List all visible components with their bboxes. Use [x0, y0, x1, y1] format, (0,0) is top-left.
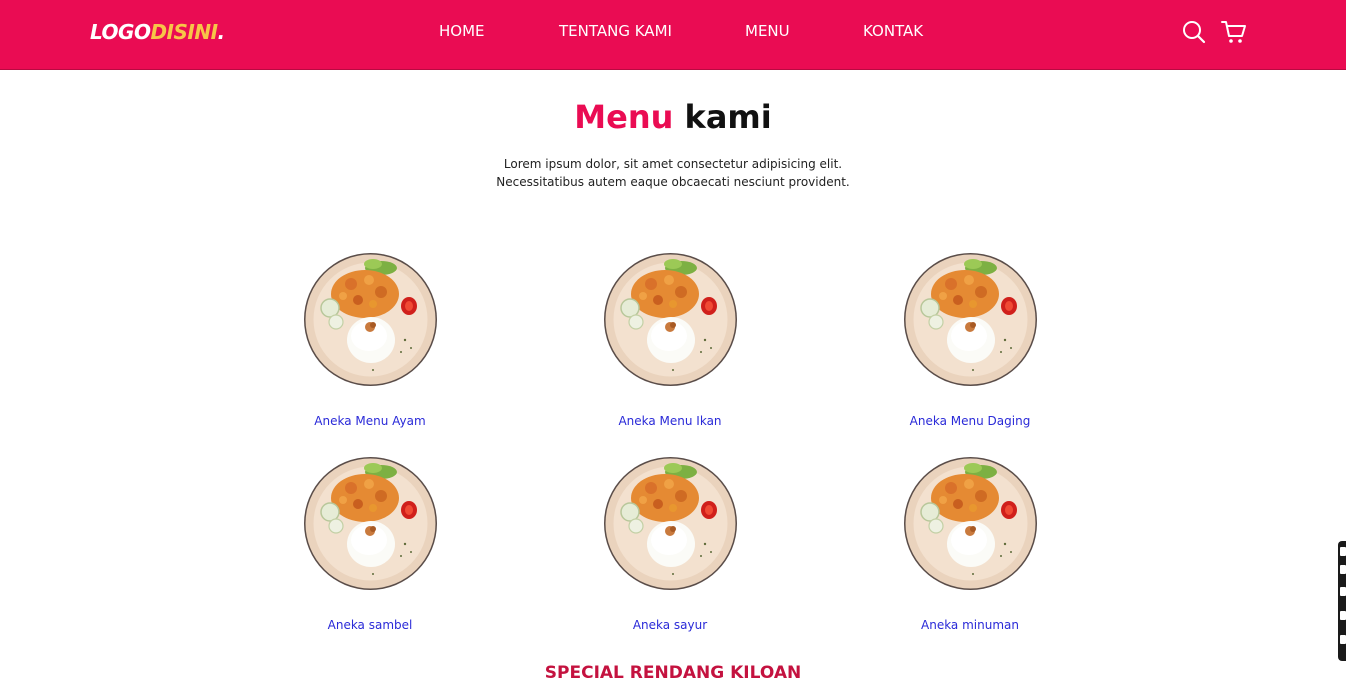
food-plate-image	[603, 252, 738, 387]
section-title-rest: kami	[684, 98, 772, 136]
menu-card[interactable]: Aneka Menu Ikan	[570, 252, 770, 442]
toolbar-icon[interactable]	[1340, 565, 1346, 574]
food-plate-image	[303, 456, 438, 591]
navbar: LOGODISINI. HOME TENTANG KAMI MENU KONTA…	[0, 0, 1346, 70]
section-description-line2: Necessitatibus autem eaque obcaecati nes…	[496, 175, 850, 189]
toolbar-icon[interactable]	[1340, 611, 1346, 620]
toolbar-icon[interactable]	[1340, 587, 1346, 596]
menu-card[interactable]: Aneka Menu Ayam	[270, 252, 470, 442]
food-plate-image	[903, 456, 1038, 591]
section-title-highlight: Menu	[574, 98, 674, 136]
toolbar-icon[interactable]	[1340, 635, 1346, 644]
toolbar-icon[interactable]	[1340, 547, 1346, 556]
menu-card[interactable]: Aneka Menu Daging	[870, 252, 1070, 442]
menu-card-label[interactable]: Aneka sambel	[270, 618, 470, 632]
section-description: Lorem ipsum dolor, sit amet consectetur …	[0, 155, 1346, 191]
menu-card-label[interactable]: Aneka minuman	[870, 618, 1070, 632]
food-plate-image	[603, 456, 738, 591]
side-toolbar[interactable]	[1338, 541, 1346, 661]
section-description-line1: Lorem ipsum dolor, sit amet consectetur …	[503, 157, 843, 171]
special-section-title: SPECIAL RENDANG KILOAN	[544, 663, 802, 683]
menu-card[interactable]: Aneka sambel	[270, 456, 470, 646]
nav-link-about[interactable]: TENTANG KAMI	[559, 22, 672, 40]
menu-card-label[interactable]: Aneka Menu Ikan	[570, 414, 770, 428]
menu-card-label[interactable]: Aneka sayur	[570, 618, 770, 632]
menu-card-label[interactable]: Aneka Menu Ayam	[270, 414, 470, 428]
food-plate-image	[303, 252, 438, 387]
menu-card[interactable]: Aneka sayur	[570, 456, 770, 646]
nav-link-home[interactable]: HOME	[439, 22, 485, 40]
food-plate-image	[903, 252, 1038, 387]
main-nav: HOME TENTANG KAMI MENU KONTAK	[0, 22, 1346, 42]
search-icon[interactable]	[1181, 19, 1207, 45]
cart-icon[interactable]	[1220, 19, 1246, 45]
section-title: Menu kami	[0, 98, 1346, 136]
nav-link-contact[interactable]: KONTAK	[863, 22, 923, 40]
menu-card-label[interactable]: Aneka Menu Daging	[870, 414, 1070, 428]
menu-card[interactable]: Aneka minuman	[870, 456, 1070, 646]
nav-link-menu[interactable]: MENU	[745, 22, 790, 40]
